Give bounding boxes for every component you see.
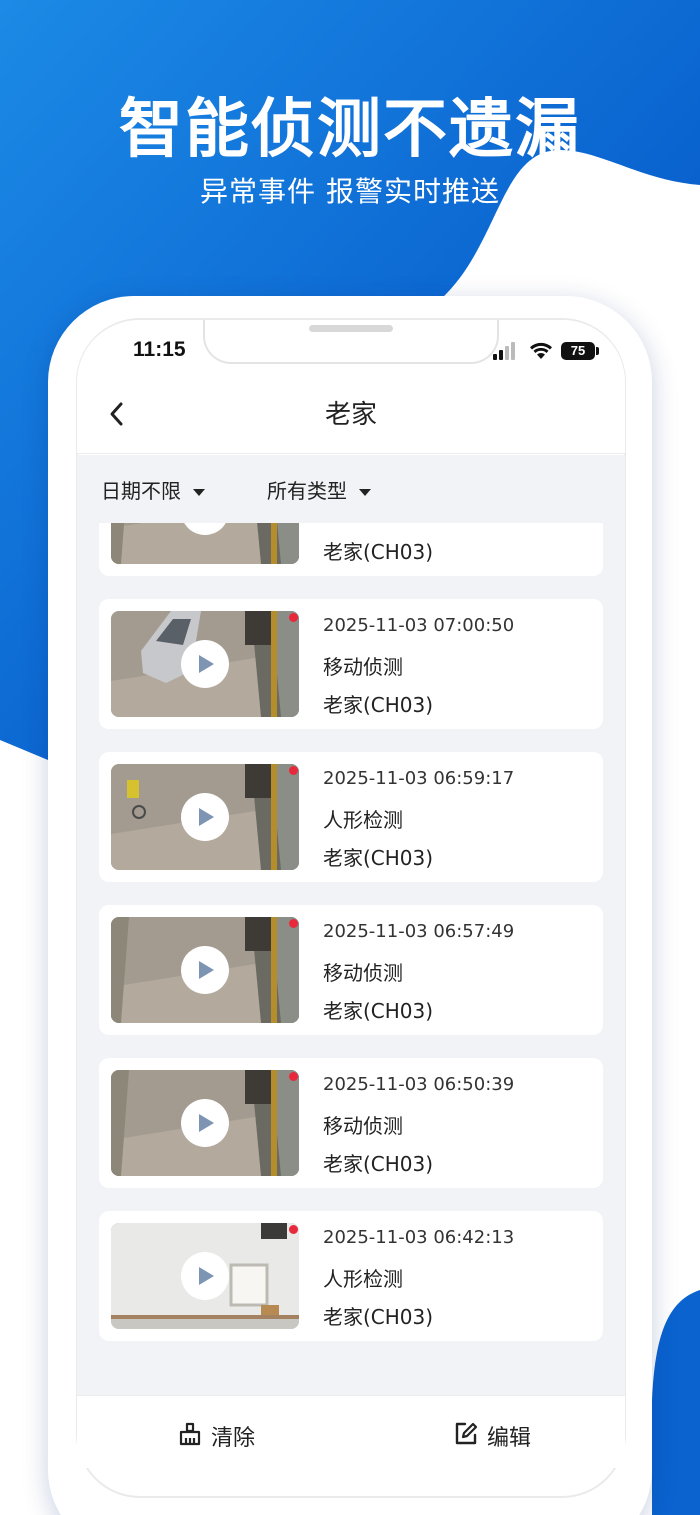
speaker-grille [309,325,393,332]
status-time: 11:15 [133,338,186,361]
unread-dot [289,1072,298,1081]
wifi-icon [530,342,552,359]
play-icon [199,1267,214,1285]
edit-button[interactable]: 编辑 [453,1420,543,1451]
signal-icon [493,342,515,360]
play-icon [199,808,214,826]
play-icon [199,961,214,979]
event-card[interactable]: 2025-11-03 06:59:17 人形检测老家(CH03) [99,752,603,882]
event-card[interactable]: 2025-11-03 06:42:13 人形检测老家(CH03) [99,1211,603,1341]
play-button[interactable] [181,1099,229,1147]
event-type: 人形检测 [323,1267,403,1291]
event-card[interactable]: 移动侦测老家(CH03) [99,523,603,576]
event-thumbnail[interactable] [111,1070,299,1176]
event-thumbnail[interactable] [111,917,299,1023]
event-type: 移动侦测 [323,1114,403,1138]
play-button[interactable] [181,1252,229,1300]
clear-label: 清除 [211,1426,256,1451]
page-title: 老家 [324,400,377,430]
event-location: 老家(CH03) [323,846,434,870]
event-time: 2025-11-03 06:57:49 [323,921,515,942]
event-type: 人形检测 [323,808,403,832]
filter-bar: 日期不限 所有类型 [77,455,625,523]
event-location: 老家(CH03) [323,693,434,717]
event-time: 2025-11-03 06:42:13 [323,1227,515,1248]
unread-dot [289,1225,298,1234]
play-button[interactable] [181,793,229,841]
date-filter-label: 日期不限 [101,479,181,503]
bottom-toolbar: 清除 编辑 [77,1395,625,1468]
event-type: 移动侦测 [323,523,403,527]
event-type: 移动侦测 [323,961,403,985]
event-list-area: 日期不限 所有类型 移动侦测老家(CH03)2025-11-03 07:00:5… [77,455,625,1395]
event-thumbnail[interactable] [111,1223,299,1329]
status-bar: 11:15 75 [77,320,625,376]
event-list: 移动侦测老家(CH03)2025-11-03 07:00:50移动侦测老家(CH… [77,523,625,1395]
event-card[interactable]: 2025-11-03 06:50:39 移动侦测老家(CH03) [99,1058,603,1188]
battery-tip [596,347,599,355]
clear-button[interactable]: 清除 [177,1420,267,1451]
unread-dot [289,613,298,622]
event-time: 2025-11-03 07:00:50 [323,615,515,636]
event-location: 老家(CH03) [323,1305,434,1329]
event-card[interactable]: 2025-11-03 06:57:49 移动侦测老家(CH03) [99,905,603,1035]
play-button[interactable] [181,640,229,688]
edit-icon [455,1422,478,1445]
nav-bar: 老家 [77,376,625,454]
event-location: 老家(CH03) [323,1152,434,1176]
event-thumbnail[interactable] [111,611,299,717]
app-screen: 11:15 75 老家 日期不限 所有类型 老家(CH03) 2025-11-0… [77,320,625,1468]
event-thumbnail[interactable] [111,523,299,564]
caret-down-icon [193,489,205,496]
promo-title: 智能侦测不遗漏 [119,93,581,167]
play-icon [199,1114,214,1132]
promo-subtitle: 异常事件 报警实时推送 [200,175,500,208]
unread-dot [289,766,298,775]
event-type: 移动侦测 [323,655,403,679]
date-filter-dropdown[interactable]: 日期不限 [101,475,205,504]
play-icon [199,655,214,673]
event-thumbnail[interactable] [111,764,299,870]
event-card[interactable]: 2025-11-03 07:00:50 移动侦测老家(CH03) [99,599,603,729]
event-location: 老家(CH03) [323,540,434,564]
clean-icon [179,1422,201,1446]
event-location: 老家(CH03) [323,999,434,1023]
type-filter-dropdown[interactable]: 所有类型 [267,475,371,504]
event-time: 2025-11-03 06:50:39 [323,1074,515,1095]
type-filter-label: 所有类型 [267,479,347,503]
event-time: 2025-11-03 06:59:17 [323,768,515,789]
edit-label: 编辑 [487,1426,532,1451]
play-button[interactable] [181,946,229,994]
unread-dot [289,919,298,928]
caret-down-icon [359,489,371,496]
battery-icon: 75 [561,342,595,360]
